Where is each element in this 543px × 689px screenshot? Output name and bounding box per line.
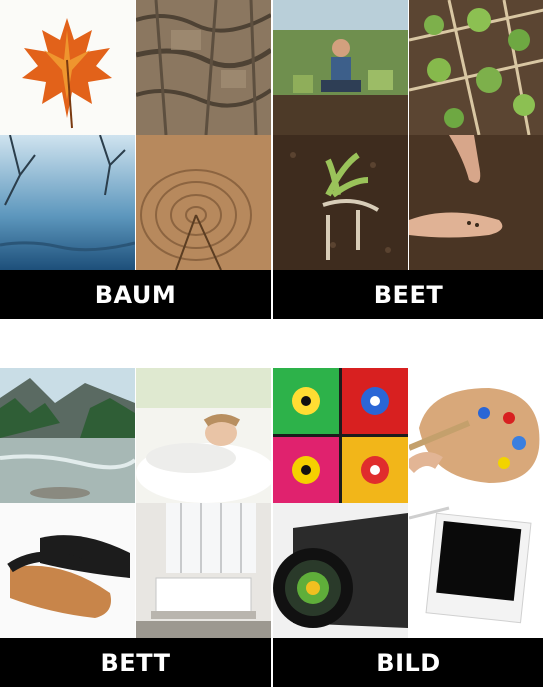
word-label[interactable]: BEET	[273, 270, 543, 319]
garden-bed-icon	[409, 0, 543, 135]
gardener-icon	[273, 0, 408, 135]
tree-rings-icon	[136, 135, 271, 270]
sleeping-woman-icon	[136, 368, 271, 503]
answer-card-beet[interactable]: BEET	[273, 0, 543, 319]
image-grid	[0, 368, 271, 638]
soil-cultivator-icon	[273, 135, 408, 270]
answer-card-bild[interactable]: BILD	[273, 368, 543, 687]
maple-leaf-icon	[0, 0, 135, 135]
river-landscape-icon	[0, 368, 135, 503]
image-grid	[273, 0, 543, 270]
answer-card-bett[interactable]: BETT	[0, 368, 271, 687]
shoes-icon	[0, 503, 135, 638]
photo-frame-icon	[409, 503, 543, 638]
bedroom-icon	[136, 503, 271, 638]
word-label[interactable]: BAUM	[0, 270, 271, 319]
word-label[interactable]: BILD	[273, 638, 543, 687]
misty-lake-icon	[0, 135, 135, 270]
word-label[interactable]: BETT	[0, 638, 271, 687]
hand-seeds-icon	[409, 135, 543, 270]
paint-palette-icon	[409, 368, 543, 503]
tree-bark-icon	[136, 0, 271, 135]
answer-card-baum[interactable]: BAUM	[0, 0, 271, 319]
camera-lens-icon	[273, 503, 408, 638]
image-grid	[0, 0, 271, 270]
image-grid	[273, 368, 543, 638]
abstract-art-icon	[273, 368, 408, 503]
